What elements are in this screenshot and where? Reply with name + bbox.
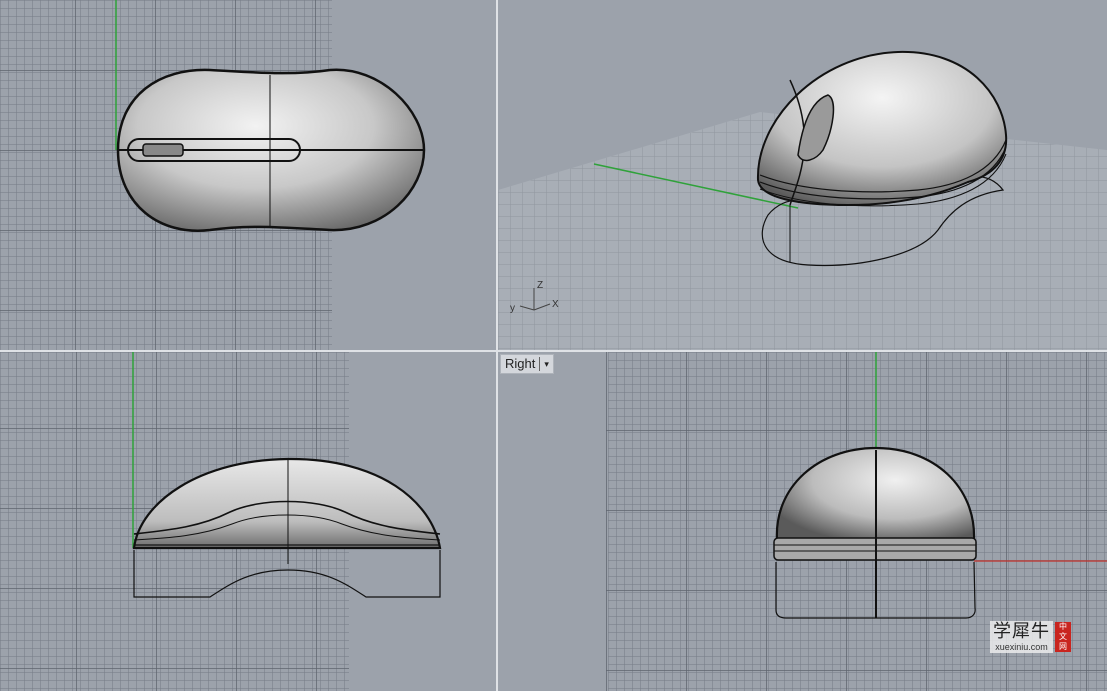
viewport-title-right[interactable]: Right ▾ [500, 354, 554, 374]
viewport-front[interactable] [0, 352, 496, 691]
base-outline [133, 550, 441, 598]
viewport-divider-horizontal[interactable] [0, 350, 1107, 352]
viewport-right[interactable]: Right ▾ 学犀牛 xuexiniu.com 中 文 网 [498, 352, 1107, 691]
scroll-wheel [142, 143, 184, 157]
front-view-model [132, 352, 442, 598]
axis-z-label: Z [537, 280, 543, 291]
axis-x-label: X [552, 299, 559, 310]
watermark-logo: 学犀牛 xuexiniu.com 中 文 网 [990, 621, 1071, 653]
top-view-model [115, 0, 426, 232]
mouse-body-3d [756, 50, 1008, 207]
seal-char: 文 [1059, 632, 1067, 641]
perspective-view: Z X y [498, 50, 1107, 350]
viewport-title-label: Right [505, 356, 536, 371]
seal-char: 中 [1059, 622, 1067, 631]
watermark-title: 学犀牛 [993, 621, 1050, 642]
watermark-seal: 中 文 网 [1055, 622, 1071, 652]
label-separator [539, 357, 541, 371]
seal-char: 网 [1059, 642, 1067, 651]
viewport-perspective[interactable]: Z X y [498, 0, 1107, 350]
viewport-divider-vertical[interactable] [496, 0, 498, 691]
watermark-url: xuexiniu.com [995, 642, 1048, 652]
mouse-side-profile [132, 457, 442, 550]
viewport-top[interactable] [0, 0, 496, 350]
chevron-down-icon[interactable]: ▾ [544, 355, 549, 373]
axis-y-label: y [510, 303, 515, 314]
